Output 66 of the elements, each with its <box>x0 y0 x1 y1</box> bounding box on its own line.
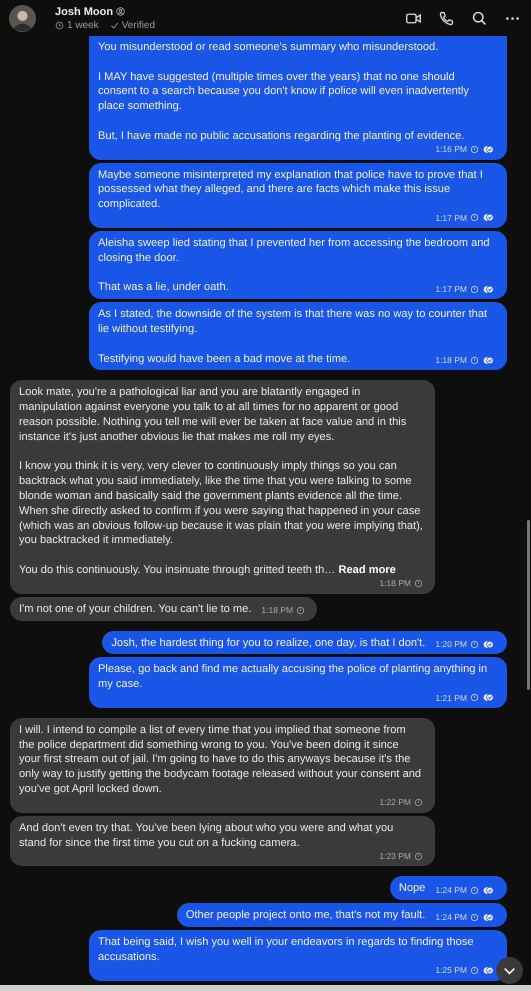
message-text: And don't even try that. You've been lying about who you were and what you stand for since the first time you cut on a fucking camera. <box>19 820 394 850</box>
message-text: Look mate, you're a pathological liar and you are blatantly engaged in manipulation against everyone you talk to at all times for no apparent or good reason possible. Nothing you tell me will ever be taken at face value and in this instance it's just another obvious lie that makes me roll my eyes. <box>19 385 408 445</box>
message-text: That was a lie, under oath. <box>98 280 229 296</box>
message-text: I will. I intend to compile a list of every time that you implied that someone from the police department did something wrong to you. You've been doing it since your first stream out of jail. I'm going to have to do this anyways because it's the only way to justify getting the bodycam footage released without your consent and you've got April locked down. <box>19 722 422 797</box>
person-icon <box>116 7 126 16</box>
timer-icon <box>470 693 479 702</box>
message-text: You misunderstood or read someone's summary who misunderstood. <box>98 40 440 55</box>
read-receipt-icon <box>482 213 495 222</box>
read-receipt-icon <box>482 145 495 154</box>
scroll-down-button[interactable] <box>496 957 523 984</box>
message-text: Other people project onto me, that's not my fault. <box>186 908 426 924</box>
check-icon <box>110 20 119 30</box>
read-receipt-icon <box>482 284 495 294</box>
timer-icon <box>414 798 423 808</box>
message-text: You do this continuously. You insinuate through gritted teeth th… <box>19 564 336 576</box>
timer-icon <box>296 606 306 615</box>
avatar[interactable] <box>9 4 36 32</box>
message-text: I'm not one of your children. You can't lie to me. <box>19 602 252 616</box>
timer-icon <box>470 886 479 895</box>
timer-icon <box>470 145 479 154</box>
last-seen: 1 week <box>67 20 99 30</box>
clock-icon <box>55 20 64 30</box>
read-receipt-icon <box>482 693 495 702</box>
message-time: 1:21 PM <box>435 692 467 704</box>
message-text: But, I have made no public accusations regarding the planting of evidence. <box>98 128 464 144</box>
message-time: 1:23 PM <box>379 850 411 864</box>
message-text: Maybe someone misinterpreted my explanation that police have to prove that I possessed what they alleged, and there are facts which make this issue complicated. <box>98 168 484 212</box>
read-more-link[interactable]: Read more <box>338 564 396 576</box>
contact-name: Josh Moon <box>55 6 114 18</box>
message-time: 1:25 PM <box>435 964 467 978</box>
message-time: 1:18 PM <box>261 604 294 618</box>
message-time: 1:18 PM <box>435 354 467 367</box>
message-text: Please, go back and find me actually accusing the police of planting anything in my case. <box>98 662 488 692</box>
message-text: I MAY have suggested (multiple times over the years) that no one should consent to a search because you don't know if police will even inadvertently place something. <box>98 70 470 114</box>
message-text: Josh, the hardest thing for you to realize, one day, is that I don't. <box>111 636 426 650</box>
read-receipt-icon <box>482 912 495 922</box>
timer-icon <box>470 640 479 649</box>
message-time: 1:20 PM <box>435 638 467 651</box>
timer-icon <box>414 579 423 588</box>
message-time: 1:24 PM <box>435 910 467 924</box>
message-text: I know you think it is very, very clever to continuously imply things so you can backtrack what you said immediately, like the time that you were talking to some blonde woman and basically said the government plants evidence all the time. When she directly asked to confirm if you were saying that happened in your case (which was an obvious follow-up because it was plain that you were implying that), you backtracked it immediately. <box>19 459 423 548</box>
message-text: As I stated, the downside of the system is that there was no way to counter that lie without testifying. <box>98 307 488 337</box>
read-receipt-icon <box>482 966 495 976</box>
message-time: 1:16 PM <box>435 143 467 156</box>
timer-icon <box>414 852 423 861</box>
message-time: 1:24 PM <box>435 884 467 897</box>
message-time: 1:22 PM <box>379 796 411 810</box>
message-text: Aleisha sweep lied stating that I prevented her from accessing the bedroom and closing the door. <box>98 236 491 266</box>
message-text: Nope <box>398 881 426 896</box>
timer-icon <box>470 284 479 294</box>
read-receipt-icon <box>482 640 495 649</box>
timer-icon <box>470 966 479 976</box>
scrollbar[interactable] <box>527 520 530 690</box>
message-text: That being said, I wish you well in your endeavors in regards to finding those accusations. <box>98 935 475 965</box>
message-time: 1:18 PM <box>379 577 411 590</box>
search-icon[interactable] <box>471 10 488 26</box>
message-time: 1:17 PM <box>435 212 467 225</box>
read-receipt-icon <box>482 886 495 895</box>
timer-icon <box>470 213 479 222</box>
read-receipt-icon <box>482 356 495 365</box>
verified-label: Verified <box>122 20 156 30</box>
phone-icon[interactable] <box>438 10 455 26</box>
timer-icon <box>470 912 479 922</box>
message-text: Testifying would have been a bad move at the time. <box>98 352 350 366</box>
message-time: 1:17 PM <box>435 282 467 296</box>
timer-icon <box>470 356 479 365</box>
